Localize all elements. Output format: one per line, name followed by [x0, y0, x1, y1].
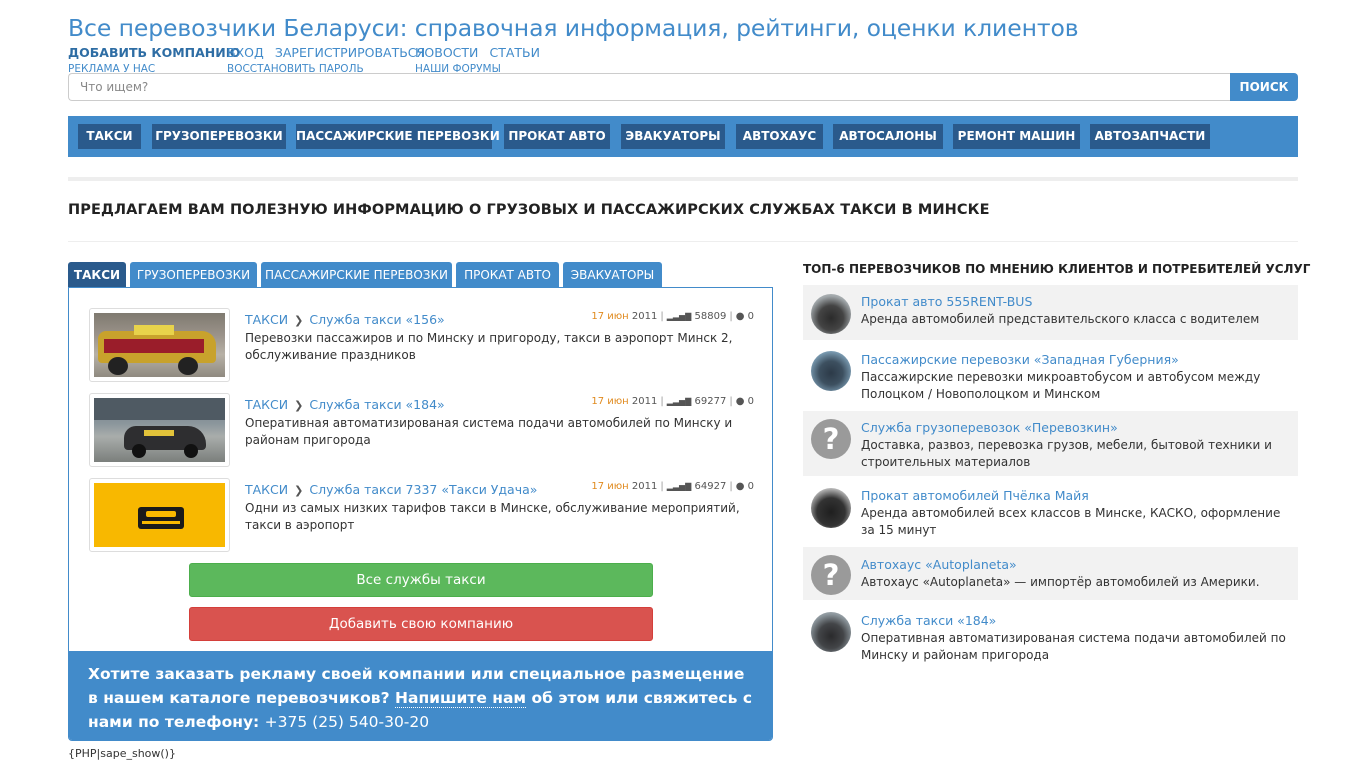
- divider: [68, 177, 1298, 181]
- carrier-link[interactable]: Автохаус «Autoplaneta»: [861, 557, 1017, 572]
- list-item: ТАКСИ ❯ Служба такси «184» 17 июн 2011 | ▂▃▅…: [89, 393, 754, 471]
- entry-description: Перевозки пассажиров и по Минску и приго…: [245, 331, 733, 362]
- comment-icon: ●: [735, 481, 745, 492]
- views-icon: ▂▃▅▇: [666, 312, 692, 321]
- chevron-right-icon: ❯: [294, 399, 304, 412]
- entry-thumbnail[interactable]: [89, 478, 230, 552]
- search-button[interactable]: ПОИСК: [1230, 73, 1298, 101]
- login-link[interactable]: ВХОД: [227, 45, 264, 60]
- search-input[interactable]: [68, 73, 1230, 101]
- list-item[interactable]: Пассажирские перевозки «Западная Губерни…: [803, 344, 1298, 409]
- carrier-link[interactable]: Пассажирские перевозки «Западная Губерни…: [861, 352, 1179, 367]
- carrier-description: Аренда автомобилей всех классов в Минске…: [861, 506, 1281, 537]
- register-link[interactable]: ЗАРЕГИСТРИРОВАТЬСЯ: [275, 45, 425, 60]
- question-icon: ?: [811, 419, 851, 459]
- list-item[interactable]: Служба такси «184» Оперативная автоматиз…: [803, 604, 1298, 669]
- avatar: [811, 488, 851, 528]
- question-icon: ?: [811, 555, 851, 595]
- nav-item-autohaus[interactable]: АВТОХАУС: [736, 124, 823, 149]
- chevron-right-icon: ❯: [294, 484, 304, 497]
- nav-item-passenger[interactable]: ПАССАЖИРСКИЕ ПЕРЕВОЗКИ: [296, 124, 500, 149]
- tab-passenger[interactable]: ПАССАЖИРСКИЕ ПЕРЕВОЗКИ: [261, 262, 452, 288]
- articles-link[interactable]: СТАТЬИ: [489, 45, 539, 60]
- tab-taxi[interactable]: ТАКСИ: [68, 262, 126, 288]
- contact-link[interactable]: Напишите нам: [395, 689, 527, 708]
- comment-icon: ●: [735, 396, 745, 407]
- carrier-link[interactable]: Прокат автомобилей Пчёлка Майя: [861, 488, 1089, 503]
- carrier-link[interactable]: Служба такси «184»: [861, 613, 996, 628]
- tab-tow-trucks[interactable]: ЭВАКУАТОРЫ: [563, 262, 662, 288]
- service-link[interactable]: Служба такси «184»: [309, 397, 444, 412]
- php-placeholder-text: {PHP|sape_show()}: [68, 747, 176, 760]
- comment-count: 0: [747, 481, 754, 492]
- carrier-description: Доставка, развоз, перевозка грузов, мебе…: [861, 438, 1272, 469]
- list-item[interactable]: ? Автохаус «Autoplaneta» Автохаус «Autop…: [803, 547, 1298, 602]
- list-item[interactable]: Прокат авто 555RENT-BUS Аренда автомобил…: [803, 285, 1298, 342]
- sidebar-title: ТОП-6 ПЕРЕВОЗЧИКОВ ПО МНЕНИЮ КЛИЕНТОВ И …: [803, 262, 1311, 276]
- list-item[interactable]: Прокат автомобилей Пчёлка Майя Аренда ав…: [803, 480, 1298, 545]
- carrier-link[interactable]: Служба грузоперевозок «Перевозкин»: [861, 420, 1118, 435]
- chevron-right-icon: ❯: [294, 314, 304, 327]
- divider: [68, 241, 1298, 242]
- avatar: [811, 351, 851, 391]
- entry-description: Одни из самых низких тарифов такси в Мин…: [245, 501, 740, 532]
- search-bar: ПОИСК: [68, 73, 1298, 101]
- entry-description: Оперативная автоматизированая система по…: [245, 416, 733, 447]
- service-link[interactable]: Служба такси «156»: [309, 312, 444, 327]
- list-item: ТАКСИ ❯ Служба такси 7337 «Такси Удача» 17…: [89, 478, 754, 556]
- entry-thumbnail[interactable]: [89, 393, 230, 467]
- nav-item-auto-parts[interactable]: АВТОЗАПЧАСТИ: [1090, 124, 1210, 149]
- carrier-description: Аренда автомобилей представительского кл…: [861, 312, 1260, 326]
- category-link[interactable]: ТАКСИ: [245, 482, 288, 497]
- nav-item-car-dealers[interactable]: АВТОСАЛОНЫ: [833, 124, 943, 149]
- news-link[interactable]: НОВОСТИ: [415, 45, 478, 60]
- entry-meta: 17 июн 2011 | ▂▃▅▇ 58809 | ● 0: [591, 311, 754, 322]
- comment-icon: ●: [735, 311, 745, 322]
- views-icon: ▂▃▅▇: [666, 482, 692, 491]
- entry-meta: 17 июн 2011 | ▂▃▅▇ 64927 | ● 0: [591, 481, 754, 492]
- views-icon: ▂▃▅▇: [666, 397, 692, 406]
- site-title[interactable]: Все перевозчики Беларуси: справочная инф…: [68, 14, 1079, 42]
- add-company-link[interactable]: ДОБАВИТЬ КОМПАНИЮ: [68, 45, 240, 60]
- service-link[interactable]: Служба такси 7337 «Такси Удача»: [309, 482, 537, 497]
- nav-item-taxi[interactable]: ТАКСИ: [78, 124, 141, 149]
- entry-meta: 17 июн 2011 | ▂▃▅▇ 69277 | ● 0: [591, 396, 754, 407]
- carrier-description: Автохаус «Autoplaneta» — импортёр автомо…: [861, 575, 1260, 589]
- category-link[interactable]: ТАКСИ: [245, 312, 288, 327]
- nav-item-car-repair[interactable]: РЕМОНТ МАШИН: [953, 124, 1080, 149]
- avatar: [811, 612, 851, 652]
- carrier-description: Оперативная автоматизированая система по…: [861, 631, 1286, 662]
- views-count: 64927: [694, 481, 727, 492]
- page-heading: ПРЕДЛАГАЕМ ВАМ ПОЛЕЗНУЮ ИНФОРМАЦИЮ О ГРУ…: [68, 202, 990, 218]
- entry-thumbnail[interactable]: [89, 308, 230, 382]
- nav-item-cargo[interactable]: ГРУЗОПЕРЕВОЗКИ: [152, 124, 286, 149]
- tab-panel: ТАКСИ ❯ Служба такси «156» 17 июн 2011 | ▂▃▅…: [68, 287, 773, 741]
- list-item: ТАКСИ ❯ Служба такси «156» 17 июн 2011 | ▂▃▅…: [89, 308, 754, 386]
- promo-banner: Хотите заказать рекламу своей компании и…: [69, 651, 772, 740]
- views-count: 58809: [694, 311, 727, 322]
- all-taxi-button[interactable]: Все службы такси: [189, 563, 653, 597]
- views-count: 69277: [694, 396, 727, 407]
- list-item[interactable]: ? Служба грузоперевозок «Перевозкин» Дос…: [803, 411, 1298, 478]
- carrier-description: Пассажирские перевозки микроавтобусом и …: [861, 370, 1261, 401]
- carrier-link[interactable]: Прокат авто 555RENT-BUS: [861, 294, 1032, 309]
- add-company-button[interactable]: Добавить свою компанию: [189, 607, 653, 641]
- comment-count: 0: [747, 311, 754, 322]
- avatar: [811, 294, 851, 334]
- phone-number: +375 (25) 540-30-20: [264, 713, 430, 731]
- nav-item-tow-trucks[interactable]: ЭВАКУАТОРЫ: [621, 124, 725, 149]
- tab-cargo[interactable]: ГРУЗОПЕРЕВОЗКИ: [130, 262, 257, 288]
- main-nav: ТАКСИ ГРУЗОПЕРЕВОЗКИ ПАССАЖИРСКИЕ ПЕРЕВО…: [68, 116, 1298, 157]
- nav-item-car-rental[interactable]: ПРОКАТ АВТО: [504, 124, 610, 149]
- category-link[interactable]: ТАКСИ: [245, 397, 288, 412]
- comment-count: 0: [747, 396, 754, 407]
- tab-car-rental[interactable]: ПРОКАТ АВТО: [456, 262, 559, 288]
